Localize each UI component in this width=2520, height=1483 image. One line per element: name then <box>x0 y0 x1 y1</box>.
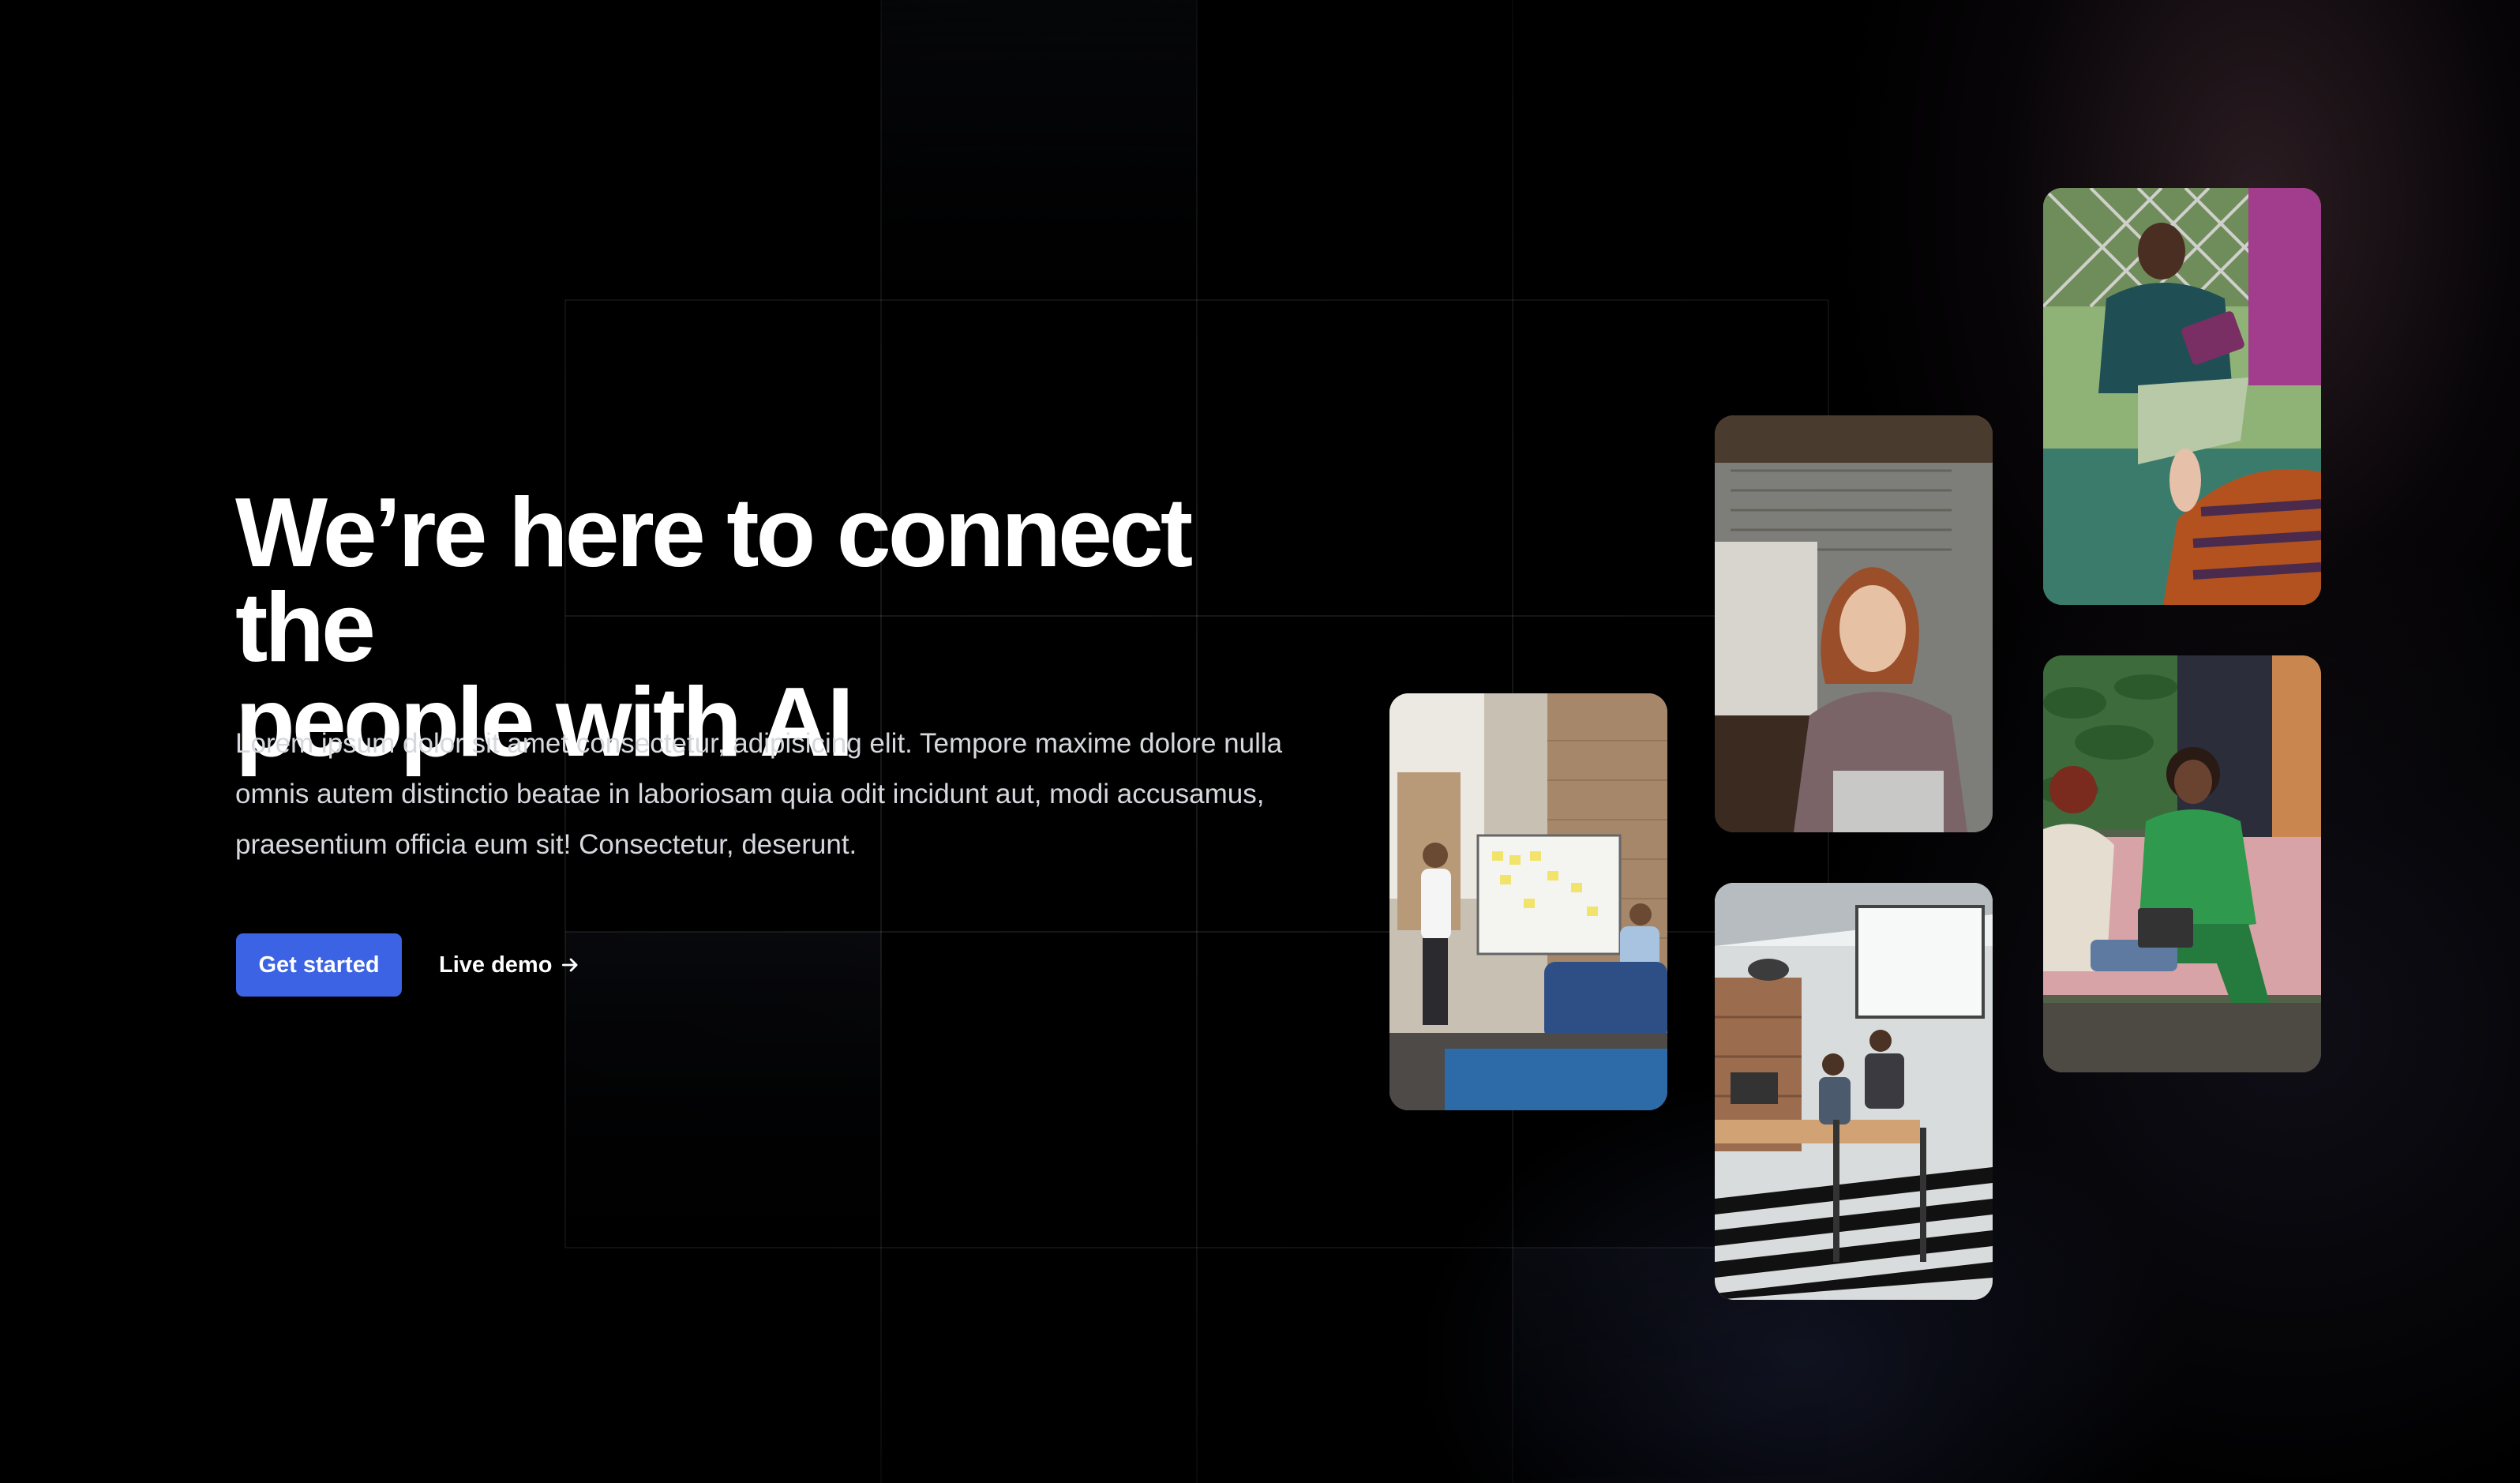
hero-description: Lorem ipsum dolor sit amet consectetur, … <box>235 728 1283 860</box>
photo-team-whiteboard <box>1389 693 1667 1110</box>
photo-man-tablet-meeting <box>2043 188 2321 605</box>
live-demo-link[interactable]: Live demo <box>439 933 580 997</box>
hero-title-line-1: We’re here to connect the <box>235 479 1193 682</box>
photo-woman-laptop <box>1715 415 1993 832</box>
live-demo-label: Live demo <box>439 952 553 978</box>
photo-women-sofa-laughing <box>2043 655 2321 1072</box>
photo-office-workspace <box>1715 883 1993 1300</box>
arrow-right-icon <box>560 955 580 975</box>
get-started-button[interactable]: Get started <box>236 933 402 997</box>
